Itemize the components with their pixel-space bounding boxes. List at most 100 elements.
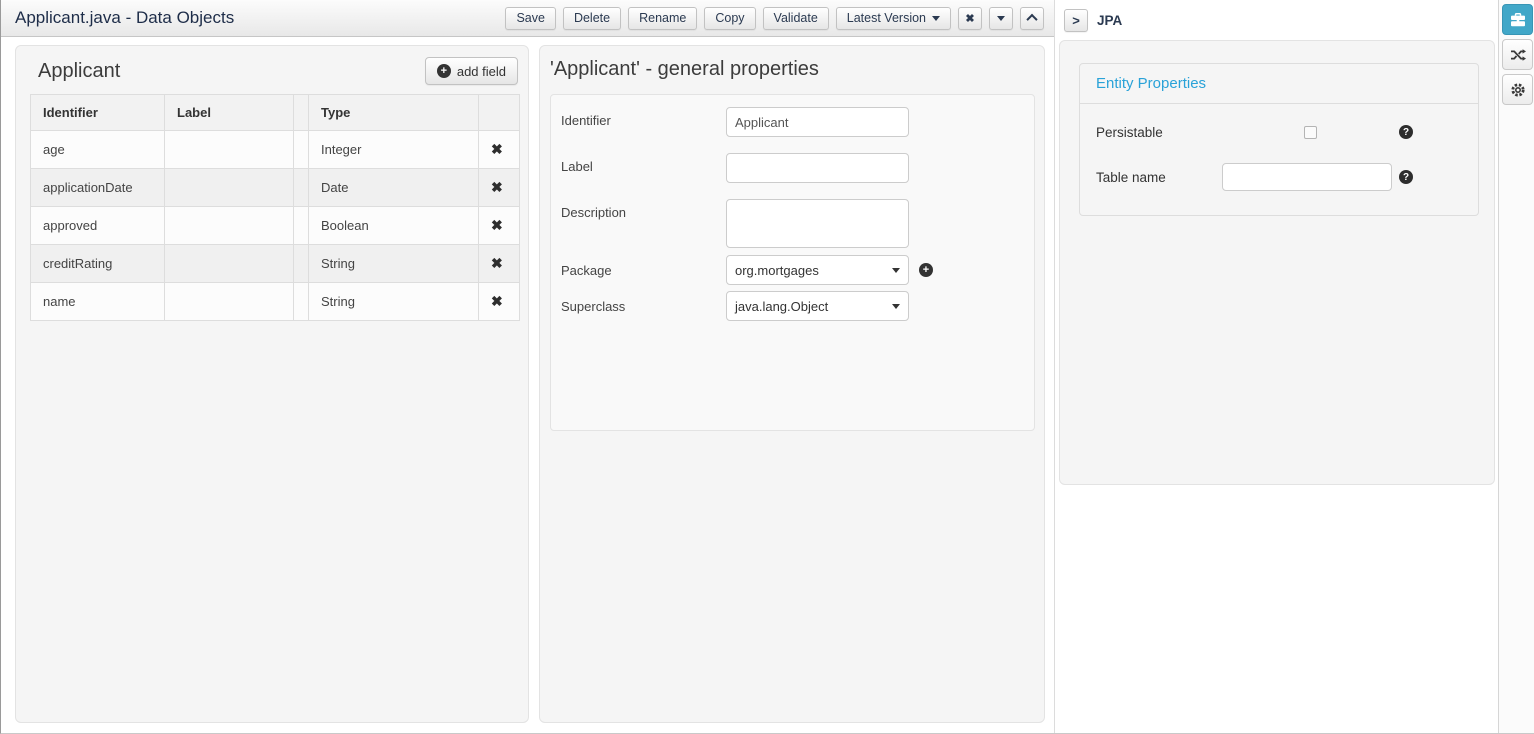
- editor-area: Applicant.java - Data Objects Save Delete…: [1, 0, 1054, 734]
- caret-down-icon: [892, 268, 900, 273]
- gear-icon: [1510, 82, 1526, 98]
- field-label-cell: [165, 245, 294, 283]
- plus-circle-icon: [437, 64, 451, 78]
- panel-menu-button[interactable]: [989, 7, 1013, 30]
- type-column-header: Type: [309, 95, 479, 131]
- data-object-title: Applicant: [38, 60, 120, 83]
- delete-button[interactable]: Delete: [563, 7, 621, 30]
- table-name-input[interactable]: [1222, 163, 1392, 191]
- toolbar-buttons: Save Delete Rename Copy Validate: [505, 7, 828, 30]
- validate-button[interactable]: Validate: [763, 7, 829, 30]
- side-tab-settings[interactable]: [1502, 74, 1533, 105]
- side-tab-shuffle[interactable]: [1502, 39, 1533, 70]
- field-spacer-cell: [294, 207, 309, 245]
- field-actions-cell: [479, 169, 520, 207]
- field-type-cell: Boolean: [309, 207, 479, 245]
- entity-properties-section: Entity Properties Persistable Table name: [1079, 63, 1479, 216]
- field-row[interactable]: approved Boolean: [31, 207, 520, 245]
- field-label-cell: [165, 207, 294, 245]
- field-identifier-cell: creditRating: [31, 245, 165, 283]
- table-name-label: Table name: [1096, 170, 1222, 185]
- persistable-label: Persistable: [1096, 125, 1304, 140]
- data-object-fields-panel: Applicant add field Identifier Label Typ…: [15, 45, 529, 723]
- field-label-cell: [165, 169, 294, 207]
- fields-table-header-row: Identifier Label Type: [31, 95, 520, 131]
- label-input[interactable]: [726, 153, 909, 183]
- page-title: Applicant.java - Data Objects: [15, 8, 234, 28]
- field-actions-cell: [479, 207, 520, 245]
- jpa-panel-title: JPA: [1097, 13, 1122, 28]
- field-row[interactable]: creditRating String: [31, 245, 520, 283]
- field-spacer-cell: [294, 131, 309, 169]
- caret-down-icon: [997, 16, 1005, 21]
- spacer-column-header: [294, 95, 309, 131]
- chevron-up-icon: [1026, 14, 1037, 25]
- identifier-column-header: Identifier: [31, 95, 165, 131]
- add-field-button[interactable]: add field: [425, 57, 518, 85]
- caret-down-icon: [892, 304, 900, 309]
- latest-version-dropdown[interactable]: Latest Version: [836, 7, 951, 30]
- shuffle-icon: [1510, 48, 1526, 62]
- superclass-label: Superclass: [561, 299, 726, 314]
- general-properties-panel: 'Applicant' - general properties Identif…: [539, 45, 1045, 723]
- delete-field-icon[interactable]: [491, 218, 503, 233]
- label-label: Label: [561, 153, 726, 183]
- field-identifier-cell: approved: [31, 207, 165, 245]
- field-spacer-cell: [294, 245, 309, 283]
- jpa-tool-panel: JPA Entity Properties Persistable Table …: [1054, 0, 1498, 734]
- superclass-select-value: java.lang.Object: [735, 299, 828, 314]
- add-field-label: add field: [457, 64, 506, 79]
- field-row[interactable]: age Integer: [31, 131, 520, 169]
- delete-field-icon[interactable]: [491, 294, 503, 309]
- side-tab-jpa[interactable]: [1502, 4, 1533, 35]
- identifier-input[interactable]: [726, 107, 909, 137]
- persistable-help-icon[interactable]: [1399, 125, 1413, 139]
- save-button[interactable]: Save: [505, 7, 556, 30]
- tool-tab-strip: [1498, 0, 1534, 734]
- collapse-panel-button[interactable]: [1020, 7, 1044, 30]
- close-editor-button[interactable]: [958, 7, 982, 30]
- editor-toolbar: Save Delete Rename Copy Validate Latest Vers…: [505, 7, 1044, 30]
- field-label-cell: [165, 131, 294, 169]
- field-identifier-cell: age: [31, 131, 165, 169]
- editor-title-bar: Applicant.java - Data Objects Save Delete…: [1, 0, 1054, 37]
- collapse-jpa-panel-button[interactable]: [1064, 9, 1088, 32]
- field-spacer-cell: [294, 169, 309, 207]
- table-name-help-icon[interactable]: [1399, 170, 1413, 184]
- field-row[interactable]: applicationDate Date: [31, 169, 520, 207]
- caret-down-icon: [932, 16, 940, 21]
- new-package-button[interactable]: [919, 263, 933, 277]
- delete-field-icon[interactable]: [491, 142, 503, 157]
- general-properties-title: 'Applicant' - general properties: [550, 58, 819, 80]
- persistable-checkbox[interactable]: [1304, 126, 1317, 139]
- delete-field-icon[interactable]: [491, 180, 503, 195]
- entity-properties-heading[interactable]: Entity Properties: [1080, 64, 1478, 104]
- field-type-cell: String: [309, 245, 479, 283]
- superclass-select[interactable]: java.lang.Object: [726, 291, 909, 321]
- field-spacer-cell: [294, 283, 309, 321]
- field-type-cell: Date: [309, 169, 479, 207]
- field-identifier-cell: applicationDate: [31, 169, 165, 207]
- fields-table: Identifier Label Type ageIntegerapplicat…: [30, 94, 520, 321]
- identifier-label: Identifier: [561, 107, 726, 137]
- delete-field-icon[interactable]: [491, 256, 503, 271]
- latest-version-label: Latest Version: [847, 11, 926, 25]
- field-row[interactable]: nameString: [31, 283, 520, 321]
- label-column-header: Label: [165, 95, 294, 131]
- field-actions-cell: [479, 245, 520, 283]
- general-properties-form: Identifier Label Description Package org…: [550, 94, 1035, 431]
- briefcase-icon: [1510, 13, 1526, 27]
- field-actions-cell: [479, 131, 520, 169]
- field-type-cell: Integer: [309, 131, 479, 169]
- description-label: Description: [561, 199, 726, 248]
- package-select-value: org.mortgages: [735, 263, 819, 278]
- copy-button[interactable]: Copy: [704, 7, 755, 30]
- workbench-window: Applicant.java - Data Objects Save Delete…: [0, 0, 1534, 734]
- description-textarea[interactable]: [726, 199, 909, 248]
- rename-button[interactable]: Rename: [628, 7, 697, 30]
- field-actions-cell: [479, 283, 520, 321]
- package-label: Package: [561, 263, 726, 278]
- fields-table-body: age Integer applicationDate Date approved Boo…: [31, 131, 520, 321]
- jpa-card: Entity Properties Persistable Table name: [1059, 40, 1495, 485]
- package-select[interactable]: org.mortgages: [726, 255, 909, 285]
